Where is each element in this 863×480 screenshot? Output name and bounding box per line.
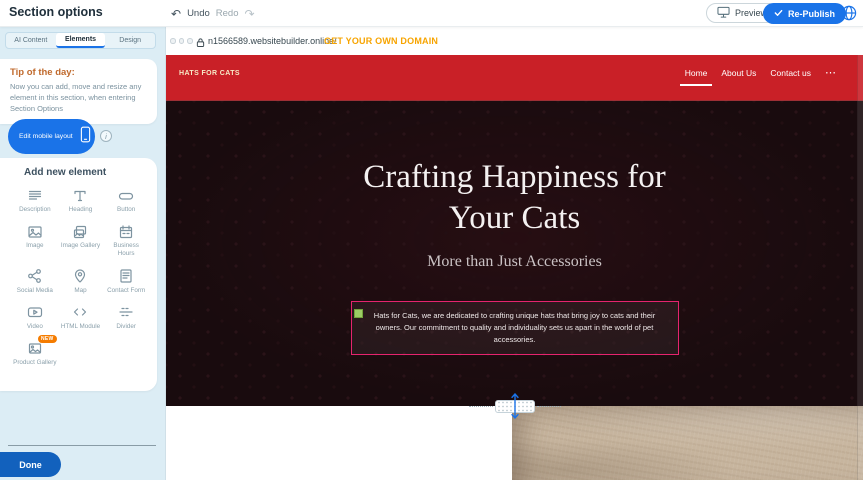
add-element-product-gallery[interactable]: NEW Product Gallery — [12, 340, 58, 367]
description-icon — [27, 187, 43, 204]
business-hours-icon — [118, 223, 134, 240]
resize-arrows-icon — [510, 392, 520, 425]
add-element-contact-form[interactable]: Contact Form — [103, 268, 149, 295]
phone-icon — [80, 126, 91, 148]
element-label: Description — [19, 206, 51, 214]
element-label: Heading — [69, 206, 92, 214]
hero-section[interactable]: Crafting Happiness for Your Cats More th… — [166, 100, 863, 406]
element-label: Divider — [116, 323, 136, 331]
undo-button[interactable]: Undo — [187, 8, 210, 19]
carpet-photo — [512, 406, 863, 480]
heading-icon — [72, 187, 88, 204]
republish-button[interactable]: Re-Publish — [763, 3, 846, 24]
browser-dot-icon — [170, 38, 176, 44]
element-label: Business Hours — [104, 242, 148, 258]
nav-more-icon[interactable]: ⋯ — [825, 69, 836, 77]
browser-dots-icon — [170, 38, 193, 44]
language-globe-icon[interactable] — [841, 5, 857, 21]
add-element-panel: Add new element Description Heading — [0, 158, 157, 391]
info-icon[interactable]: i — [100, 130, 112, 142]
nav-item-contact-us[interactable]: Contact us — [770, 68, 811, 78]
element-grid: Description Heading Button — [12, 187, 149, 367]
add-element-heading[interactable]: Heading — [58, 187, 104, 214]
edit-mobile-layout-label: Edit mobile layout — [19, 133, 73, 140]
next-section-white-panel — [166, 406, 512, 480]
element-label: Image Gallery — [61, 242, 100, 250]
contact-form-icon — [118, 268, 134, 285]
image-icon — [27, 223, 43, 240]
add-element-social-media[interactable]: Social Media — [12, 268, 58, 295]
element-label: Social Media — [17, 287, 53, 295]
add-element-image-gallery[interactable]: Image Gallery — [58, 223, 104, 258]
site-logo[interactable]: HATS FOR CATS — [179, 70, 240, 77]
tip-body: Now you can add, move and resize any ele… — [10, 82, 147, 115]
tip-title: Tip of the day: — [10, 67, 147, 78]
add-element-divider[interactable]: Divider — [103, 304, 149, 331]
element-label: Video — [27, 323, 43, 331]
browser-dot-icon — [179, 38, 185, 44]
site-url: n1566589.websitebuilder.online/ — [208, 36, 337, 46]
add-element-description[interactable]: Description — [12, 187, 58, 214]
edit-mobile-layout-button[interactable]: Edit mobile layout — [8, 119, 95, 154]
site-nav: Home About Us Contact us ⋯ — [685, 68, 836, 78]
new-badge: NEW — [38, 335, 57, 343]
hero-paragraph-text: Hats for Cats, we are dedicated to craft… — [374, 311, 655, 344]
done-button[interactable]: Done — [0, 452, 61, 477]
monitor-icon — [717, 6, 730, 20]
sidebar-tabs: AI Content Elements Design — [5, 32, 156, 49]
social-media-icon — [27, 268, 43, 285]
html-module-icon — [72, 304, 88, 321]
add-element-image[interactable]: Image — [12, 223, 58, 258]
add-element-business-hours[interactable]: Business Hours — [103, 223, 149, 258]
tab-ai-content[interactable]: AI Content — [6, 33, 56, 48]
app-topbar: Section options ↶ Undo Redo ↷ Preview Re… — [0, 0, 863, 27]
element-label: HTML Module — [61, 323, 100, 331]
add-element-video[interactable]: Video — [12, 304, 58, 331]
undo-redo-group: ↶ Undo Redo ↷ — [171, 0, 255, 27]
button-icon — [118, 187, 134, 204]
hero-paragraph[interactable]: Hats for Cats, we are dedicated to craft… — [351, 301, 679, 355]
element-label: Contact Form — [107, 287, 145, 295]
browser-dot-icon — [187, 38, 193, 44]
image-gallery-icon — [72, 223, 88, 240]
divider-icon — [118, 304, 134, 321]
site-preview-area: n1566589.websitebuilder.online/ GET YOUR… — [166, 27, 863, 480]
section-resize-handle[interactable] — [467, 399, 563, 414]
site-header[interactable]: HATS FOR CATS Home About Us Contact us ⋯ — [166, 55, 863, 100]
element-label: Button — [117, 206, 135, 214]
tab-elements[interactable]: Elements — [56, 33, 106, 48]
nav-item-about-us[interactable]: About Us — [721, 68, 756, 78]
redo-button[interactable]: Redo — [216, 8, 239, 19]
preview-scrollbar[interactable] — [857, 55, 863, 480]
republish-label: Re-Publish — [788, 9, 835, 19]
element-label: Map — [74, 287, 86, 295]
tip-of-the-day-card: Tip of the day: Now you can add, move an… — [0, 59, 157, 124]
app-window: Section options ↶ Undo Redo ↷ Preview Re… — [0, 0, 863, 480]
site-viewport: HATS FOR CATS Home About Us Contact us ⋯… — [166, 55, 863, 480]
sidebar-divider — [8, 445, 156, 446]
paragraph-drag-handle[interactable] — [354, 309, 363, 318]
element-label: Image — [26, 242, 44, 250]
undo-icon[interactable]: ↶ — [171, 7, 181, 21]
element-label: Product Gallery — [13, 359, 56, 367]
browser-bar: n1566589.websitebuilder.online/ GET YOUR… — [166, 27, 863, 55]
video-icon — [27, 304, 43, 321]
hero-subheading[interactable]: More than Just Accessories — [166, 253, 863, 271]
map-icon — [72, 268, 88, 285]
add-element-html-module[interactable]: HTML Module — [58, 304, 104, 331]
add-element-title: Add new element — [24, 167, 157, 178]
add-element-button[interactable]: Button — [103, 187, 149, 214]
check-icon — [774, 8, 783, 19]
tab-design[interactable]: Design — [105, 33, 155, 48]
get-own-domain-link[interactable]: GET YOUR OWN DOMAIN — [324, 36, 438, 46]
left-sidebar: AI Content Elements Design Tip of the da… — [0, 27, 166, 480]
hero-heading[interactable]: Crafting Happiness for Your Cats — [325, 157, 705, 240]
nav-item-home[interactable]: Home — [685, 68, 708, 78]
lock-icon — [196, 35, 205, 53]
page-title: Section options — [9, 5, 103, 19]
redo-icon[interactable]: ↷ — [245, 7, 255, 21]
add-element-map[interactable]: Map — [58, 268, 104, 295]
